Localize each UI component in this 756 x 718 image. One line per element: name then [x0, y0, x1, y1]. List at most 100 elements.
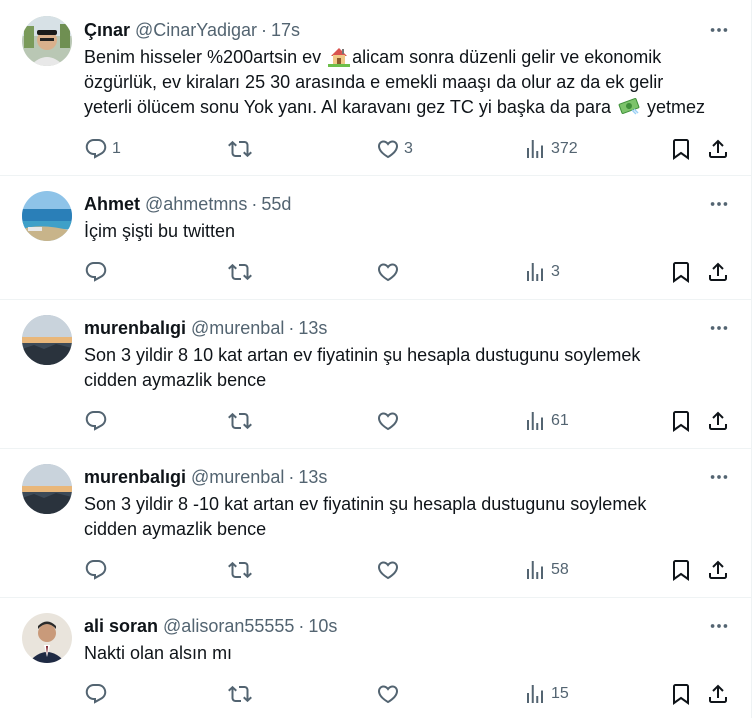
display-name[interactable]: ali soran: [84, 616, 158, 637]
view-count: 3: [551, 263, 560, 280]
display-name[interactable]: murenbalıgi: [84, 318, 186, 339]
display-name[interactable]: Çınar: [84, 20, 130, 41]
timestamp[interactable]: 55d: [261, 194, 291, 215]
like-icon: [376, 409, 400, 433]
retweet-button[interactable]: [228, 408, 252, 434]
reply-icon: [84, 558, 108, 582]
avatar[interactable]: [22, 464, 72, 514]
tweet-header: Çınar @CinarYadigar · 17s: [84, 18, 300, 42]
separator-dot: ·: [298, 615, 305, 636]
view-count: 58: [551, 561, 569, 578]
retweet-button[interactable]: [228, 136, 252, 162]
tweet[interactable]: murenbalıgi @murenbal · 13s Son 3 yildir…: [0, 449, 752, 598]
tweet-text-line: İçim şişti bu twitten: [84, 221, 236, 241]
bookmark-button[interactable]: [669, 681, 693, 707]
views-button[interactable]: 15: [523, 681, 569, 707]
retweet-icon: [228, 558, 252, 582]
share-icon: [706, 137, 730, 161]
view-count: 61: [551, 412, 569, 429]
timestamp[interactable]: 10s: [308, 616, 337, 637]
like-icon: [376, 260, 400, 284]
share-button[interactable]: [706, 259, 730, 285]
share-button[interactable]: [706, 557, 730, 583]
tweet[interactable]: Ahmet @ahmetmns · 55d İçim şişti bu twit…: [0, 176, 752, 300]
retweet-icon: [228, 260, 252, 284]
more-icon[interactable]: [708, 193, 730, 215]
timestamp[interactable]: 17s: [271, 20, 300, 41]
reply-button[interactable]: [84, 681, 108, 707]
user-handle[interactable]: @murenbal: [191, 467, 284, 488]
reply-count: 1: [112, 140, 121, 157]
tweet[interactable]: murenbalıgi @murenbal · 13s Son 3 yildir…: [0, 300, 752, 449]
retweet-button[interactable]: [228, 557, 252, 583]
bookmark-button[interactable]: [669, 259, 693, 285]
retweet-icon: [228, 682, 252, 706]
separator-dot: ·: [288, 466, 295, 487]
avatar[interactable]: [22, 191, 72, 241]
tweet-text: İçim şişti bu twitten: [84, 219, 744, 244]
tweet-text: Son 3 yildir 8 10 kat artan ev fiyatinin…: [84, 343, 744, 393]
tweet-header: murenbalıgi @murenbal · 13s: [84, 316, 327, 340]
action-bar: 1 3 372: [84, 136, 734, 162]
avatar[interactable]: [22, 16, 72, 66]
reply-button[interactable]: [84, 259, 108, 285]
share-button[interactable]: [706, 408, 730, 434]
views-icon: [523, 137, 547, 161]
tweet[interactable]: Çınar @CinarYadigar · 17s Benim hisseler…: [0, 0, 752, 176]
separator-dot: ·: [251, 193, 258, 214]
display-name[interactable]: murenbalıgi: [84, 467, 186, 488]
avatar[interactable]: [22, 613, 72, 663]
user-handle[interactable]: @alisoran55555: [163, 616, 294, 637]
bookmark-button[interactable]: [669, 408, 693, 434]
share-icon: [706, 558, 730, 582]
display-name[interactable]: Ahmet: [84, 194, 140, 215]
share-button[interactable]: [706, 136, 730, 162]
tweet-text-line: Son 3 yildir 8 -10 kat artan ev fiyatini…: [84, 494, 647, 514]
action-bar: 61: [84, 408, 734, 434]
user-handle[interactable]: @murenbal: [191, 318, 284, 339]
like-button[interactable]: [376, 408, 400, 434]
bookmark-button[interactable]: [669, 136, 693, 162]
reply-button[interactable]: [84, 557, 108, 583]
tweet-header: murenbalıgi @murenbal · 13s: [84, 465, 327, 489]
share-button[interactable]: [706, 681, 730, 707]
views-button[interactable]: 372: [523, 136, 578, 162]
tweet-text-line: yeterli ölücem sonu Yok yanı. Al karavan…: [84, 95, 744, 120]
action-bar: 15: [84, 681, 734, 707]
reply-thread: Çınar @CinarYadigar · 17s Benim hisseler…: [0, 0, 752, 718]
views-icon: [523, 682, 547, 706]
timestamp[interactable]: 13s: [298, 467, 327, 488]
views-button[interactable]: 61: [523, 408, 569, 434]
retweet-button[interactable]: [228, 259, 252, 285]
like-button[interactable]: [376, 259, 400, 285]
bookmark-icon: [669, 409, 693, 433]
user-handle[interactable]: @CinarYadigar: [135, 20, 257, 41]
user-handle[interactable]: @ahmetmns: [145, 194, 247, 215]
house-emoji: [328, 45, 351, 67]
views-button[interactable]: 3: [523, 259, 560, 285]
money-emoji: [618, 95, 640, 117]
views-button[interactable]: 58: [523, 557, 569, 583]
retweet-icon: [228, 409, 252, 433]
avatar[interactable]: [22, 315, 72, 365]
text-fragment: yeterli ölücem sonu Yok yanı. Al karavan…: [84, 97, 616, 117]
retweet-button[interactable]: [228, 681, 252, 707]
timestamp[interactable]: 13s: [298, 318, 327, 339]
reply-button[interactable]: 1: [84, 136, 121, 162]
like-button[interactable]: 3: [376, 136, 413, 162]
reply-button[interactable]: [84, 408, 108, 434]
like-button[interactable]: [376, 557, 400, 583]
tweet-text: Son 3 yildir 8 -10 kat artan ev fiyatini…: [84, 492, 744, 542]
bookmark-button[interactable]: [669, 557, 693, 583]
more-icon[interactable]: [708, 317, 730, 339]
more-icon[interactable]: [708, 466, 730, 488]
tweet-text: Nakti olan alsın mı: [84, 641, 744, 666]
bookmark-icon: [669, 558, 693, 582]
tweet[interactable]: ali soran @alisoran55555 · 10s Nakti ola…: [0, 598, 752, 718]
more-icon[interactable]: [708, 615, 730, 637]
like-icon: [376, 558, 400, 582]
tweet-text-line: Son 3 yildir 8 10 kat artan ev fiyatinin…: [84, 345, 641, 365]
bookmark-icon: [669, 137, 693, 161]
like-button[interactable]: [376, 681, 400, 707]
more-icon[interactable]: [708, 19, 730, 41]
